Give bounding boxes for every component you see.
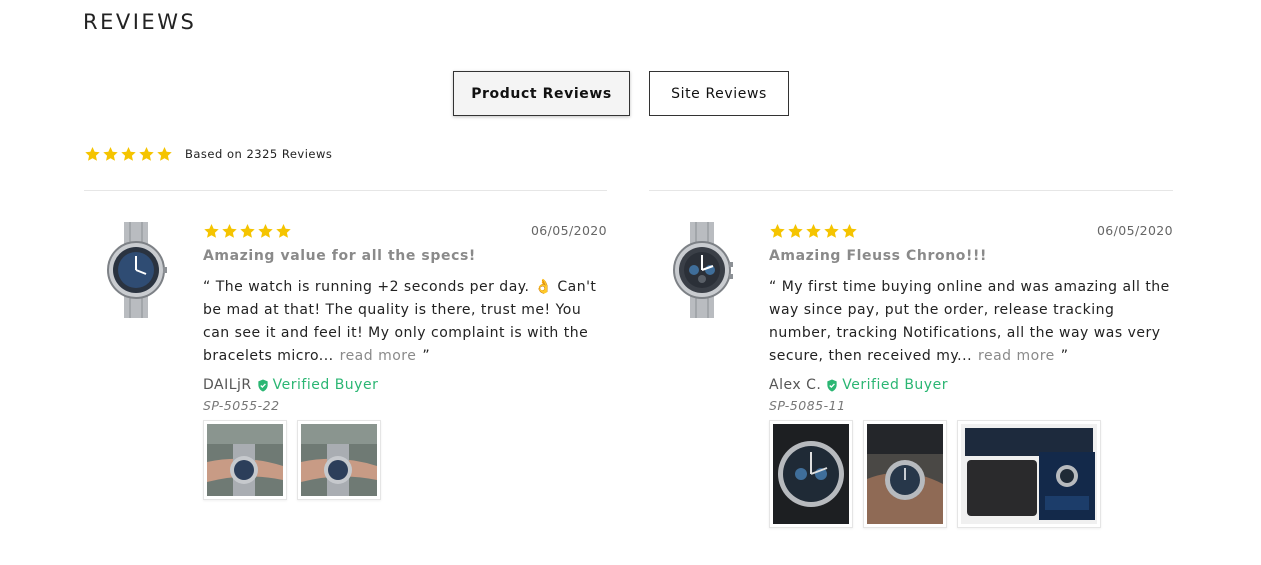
star-icon (275, 223, 292, 239)
star-icon (841, 223, 858, 239)
star-icon (120, 146, 137, 162)
close-quote: ” (1060, 348, 1069, 364)
verified-label: Verified Buyer (842, 377, 948, 393)
star-icon (769, 223, 786, 239)
review-photo[interactable] (863, 420, 947, 528)
close-quote: ” (422, 348, 431, 364)
review-count-text: Based on 2325 Reviews (185, 147, 333, 161)
star-icon (84, 146, 101, 162)
review-date: 06/05/2020 (530, 223, 607, 238)
product-sku: SP-5055-22 (203, 398, 280, 413)
review-text: “ My first time buying online and was am… (769, 279, 1170, 364)
star-icon (239, 223, 256, 239)
review-photo[interactable] (297, 420, 381, 500)
author-name: DAILjR (203, 377, 252, 393)
verified-badge: Verified Buyer (826, 377, 948, 393)
review-stars (769, 223, 858, 239)
summary-stars (84, 146, 173, 162)
review-content: “ My first time buying online and was am… (769, 276, 1173, 368)
star-icon (138, 146, 155, 162)
star-icon (257, 223, 274, 239)
star-icon (823, 223, 840, 239)
rating-summary: Based on 2325 Reviews (84, 146, 332, 162)
read-more-link[interactable]: read more (340, 348, 417, 364)
review-photos (203, 420, 607, 500)
review-title: Amazing Fleuss Chrono!!! (769, 248, 987, 264)
tab-product-reviews[interactable]: Product Reviews (453, 71, 630, 116)
review-stars (203, 223, 292, 239)
review-photo[interactable] (203, 420, 287, 500)
divider (84, 190, 607, 191)
tab-site-reviews[interactable]: Site Reviews (649, 71, 789, 116)
product-thumbnail[interactable] (670, 222, 734, 318)
verified-shield-icon (257, 379, 269, 392)
star-icon (221, 223, 238, 239)
review-date: 06/05/2020 (1096, 223, 1173, 238)
review-photo[interactable] (957, 420, 1101, 528)
review-photos (769, 420, 1173, 528)
section-title: REVIEWS (83, 10, 197, 34)
author-name: Alex C. (769, 377, 822, 393)
review-content: “ The watch is running +2 seconds per da… (203, 276, 607, 368)
star-icon (805, 223, 822, 239)
review-title: Amazing value for all the specs! (203, 248, 476, 264)
verified-label: Verified Buyer (272, 377, 379, 393)
review-author: DAILjR Verified Buyer (203, 377, 607, 393)
verified-badge: Verified Buyer (257, 377, 379, 393)
star-icon (156, 146, 173, 162)
product-sku: SP-5085-11 (769, 398, 846, 413)
divider (649, 190, 1173, 191)
product-thumbnail[interactable] (104, 222, 168, 318)
review-photo[interactable] (769, 420, 853, 528)
star-icon (787, 223, 804, 239)
review-tabs: Product Reviews Site Reviews (0, 71, 1261, 116)
read-more-link[interactable]: read more (978, 348, 1055, 364)
review-author: Alex C. Verified Buyer (769, 377, 1173, 393)
verified-shield-icon (826, 379, 838, 392)
star-icon (203, 223, 220, 239)
star-icon (102, 146, 119, 162)
